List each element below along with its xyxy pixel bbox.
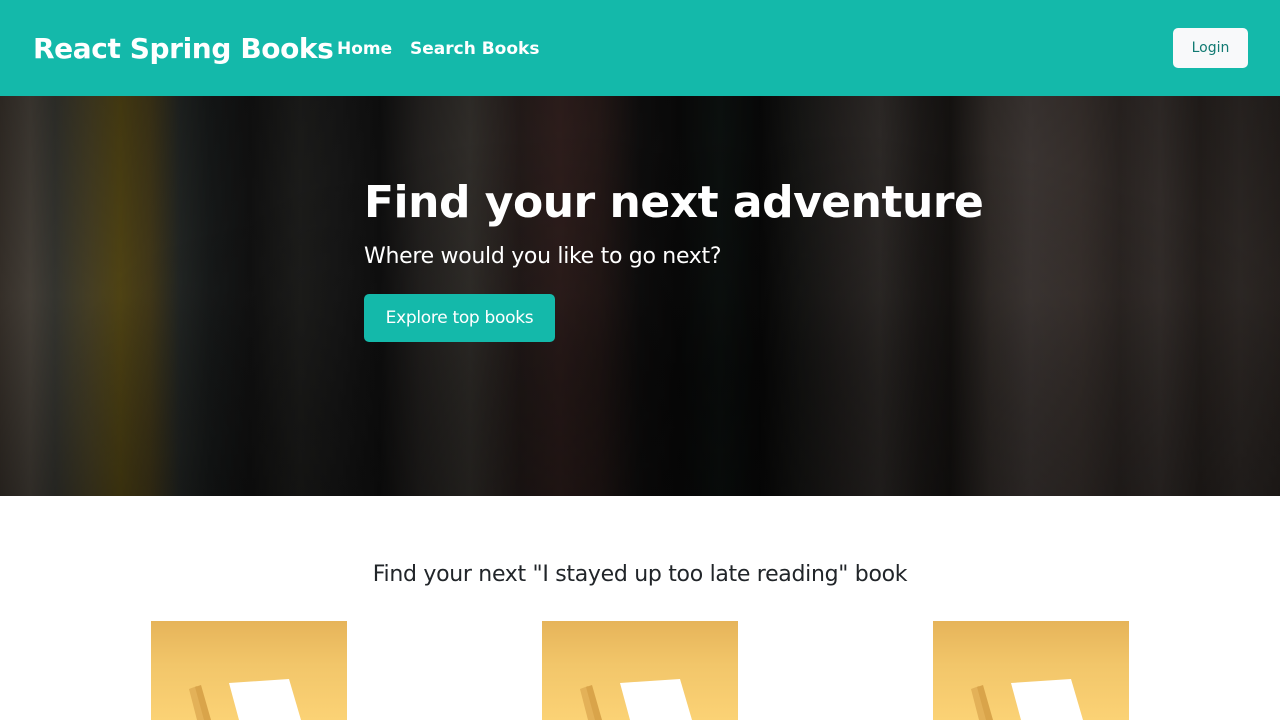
navbar: React Spring Books Home Search Books Log…: [0, 0, 1280, 96]
nav-link-home[interactable]: Home: [337, 36, 392, 62]
book-card[interactable]: [151, 621, 347, 720]
book-card[interactable]: [542, 621, 738, 720]
brand-logo[interactable]: React Spring Books: [33, 27, 334, 71]
login-button[interactable]: Login: [1173, 28, 1248, 68]
section-title: Find your next "I stayed up too late rea…: [372, 562, 908, 587]
hero-background: [0, 96, 1280, 496]
book-cover-icon: [580, 679, 692, 720]
hero-title: Find your next adventure: [364, 177, 984, 228]
book-card[interactable]: [933, 621, 1129, 720]
explore-top-books-button[interactable]: Explore top books: [364, 294, 555, 342]
hero-banner: Find your next adventure Where would you…: [0, 96, 1280, 496]
hero-subtitle: Where would you like to go next?: [364, 244, 722, 269]
nav-link-search-books[interactable]: Search Books: [410, 36, 539, 62]
book-cover-icon: [189, 679, 301, 720]
book-cover-icon: [971, 679, 1083, 720]
